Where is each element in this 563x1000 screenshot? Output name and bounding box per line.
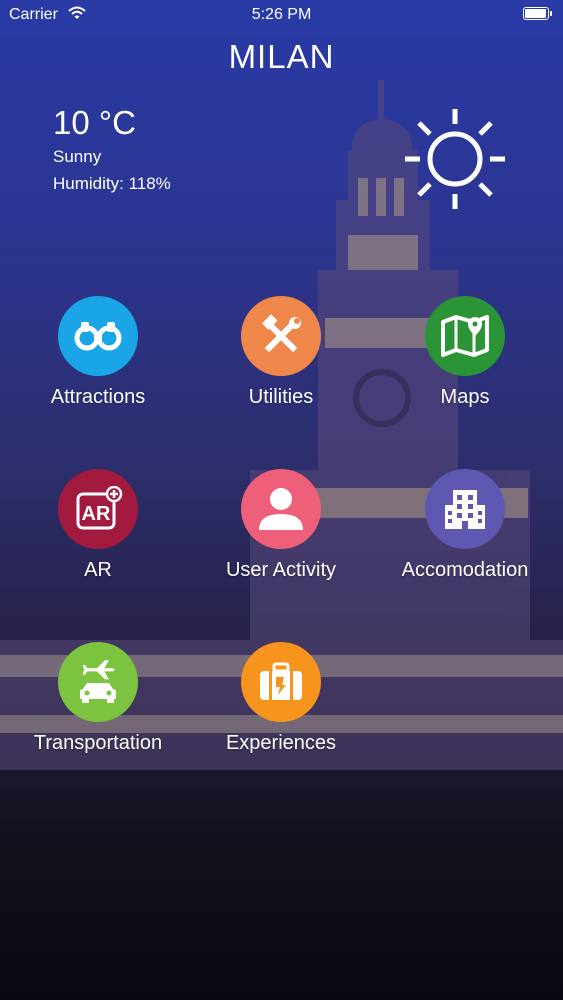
temperature-value: 10 °C [53,104,136,141]
experiences-label: Experiences [225,732,337,754]
accomodation-icon-circle[interactable] [425,469,505,549]
maps-label: Maps [440,386,490,408]
menu-tile-utilities[interactable]: Utilities [191,296,371,431]
weather-condition: Sunny [53,147,102,166]
transportation-icon-circle[interactable] [58,642,138,722]
ar-icon-circle[interactable]: AR [58,469,138,549]
experiences-icon-circle[interactable] [241,642,321,722]
binoculars-icon [74,322,122,351]
maps-icon-circle[interactable] [425,296,505,376]
menu-tile-accomodation[interactable]: Accomodation [375,469,555,604]
battery-level [525,9,546,18]
menu-tile-transportation[interactable]: Transportation [8,642,188,777]
battery-icon [523,7,552,20]
attractions-icon-circle[interactable] [58,296,138,376]
menu-tile-experiences[interactable]: Experiences [191,642,371,777]
user-icon [259,488,303,530]
building-icon [445,490,485,529]
accomodation-label: Accomodation [401,559,529,581]
suitcase-icon [260,662,302,700]
tools-icon [261,314,301,353]
menu-tile-user-activity[interactable]: User Activity [191,469,371,604]
sun-icon [405,109,505,209]
svg-text:AR: AR [82,503,111,525]
ar-icon: AR [76,486,123,530]
clock-time: 5:26 PM [251,6,312,23]
humidity-value: Humidity: 118% [53,174,171,193]
map-icon [441,315,489,357]
menu-tile-maps[interactable]: Maps [375,296,555,431]
menu-tile-attractions[interactable]: Attractions [8,296,188,431]
page-title: MILAN [228,38,335,75]
plane-car-icon [80,660,116,703]
menu-tile-ar[interactable]: AR AR [8,469,188,604]
user-activity-icon-circle[interactable] [241,469,321,549]
utilities-icon-circle[interactable] [241,296,321,376]
status-bar: Carrier 5:26 PM [0,0,563,30]
